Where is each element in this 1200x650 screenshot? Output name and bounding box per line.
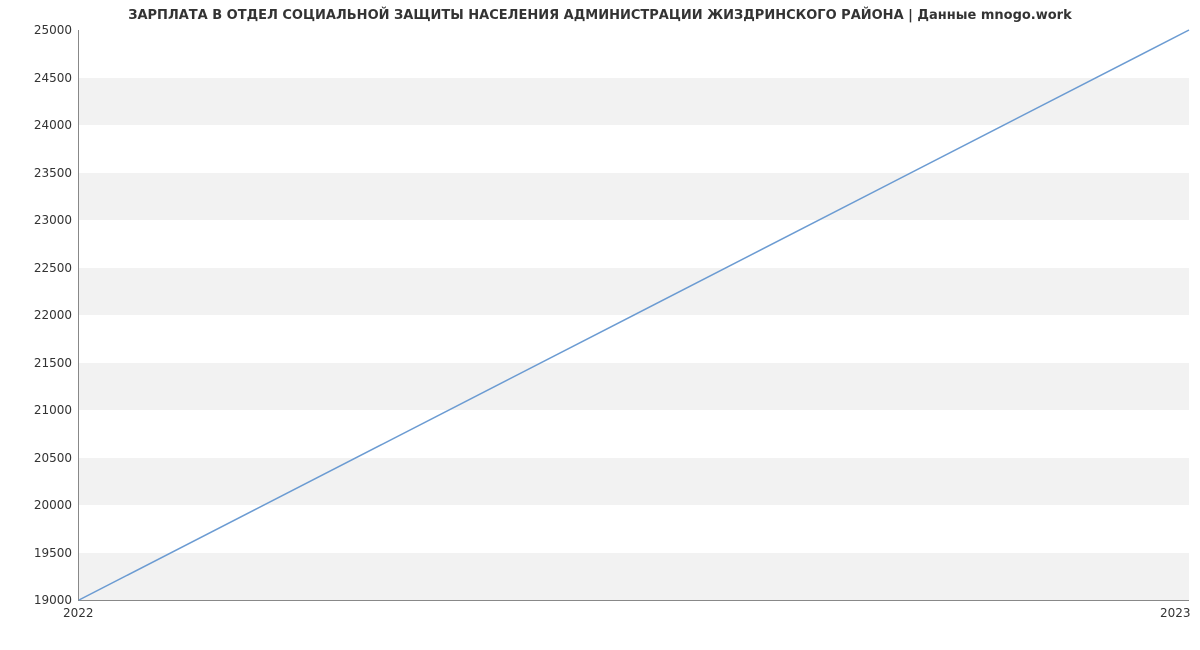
y-tick-label: 21500 bbox=[2, 356, 72, 370]
y-tick-label: 25000 bbox=[2, 23, 72, 37]
y-tick-label: 24500 bbox=[2, 71, 72, 85]
y-tick-label: 21000 bbox=[2, 403, 72, 417]
y-tick-label: 22500 bbox=[2, 261, 72, 275]
line-layer bbox=[79, 30, 1189, 600]
y-tick-label: 23000 bbox=[2, 213, 72, 227]
x-tick-label: 2023 bbox=[1160, 606, 1191, 620]
y-tick-label: 20000 bbox=[2, 498, 72, 512]
y-tick-label: 22000 bbox=[2, 308, 72, 322]
plot-area bbox=[78, 30, 1189, 601]
x-tick-label: 2022 bbox=[63, 606, 94, 620]
chart-title: ЗАРПЛАТА В ОТДЕЛ СОЦИАЛЬНОЙ ЗАЩИТЫ НАСЕЛ… bbox=[0, 8, 1200, 23]
y-tick-label: 20500 bbox=[2, 451, 72, 465]
y-tick-label: 19000 bbox=[2, 593, 72, 607]
chart-container: ЗАРПЛАТА В ОТДЕЛ СОЦИАЛЬНОЙ ЗАЩИТЫ НАСЕЛ… bbox=[0, 0, 1200, 650]
y-tick-label: 24000 bbox=[2, 118, 72, 132]
y-tick-label: 23500 bbox=[2, 166, 72, 180]
y-tick-label: 19500 bbox=[2, 546, 72, 560]
data-line bbox=[79, 30, 1189, 600]
